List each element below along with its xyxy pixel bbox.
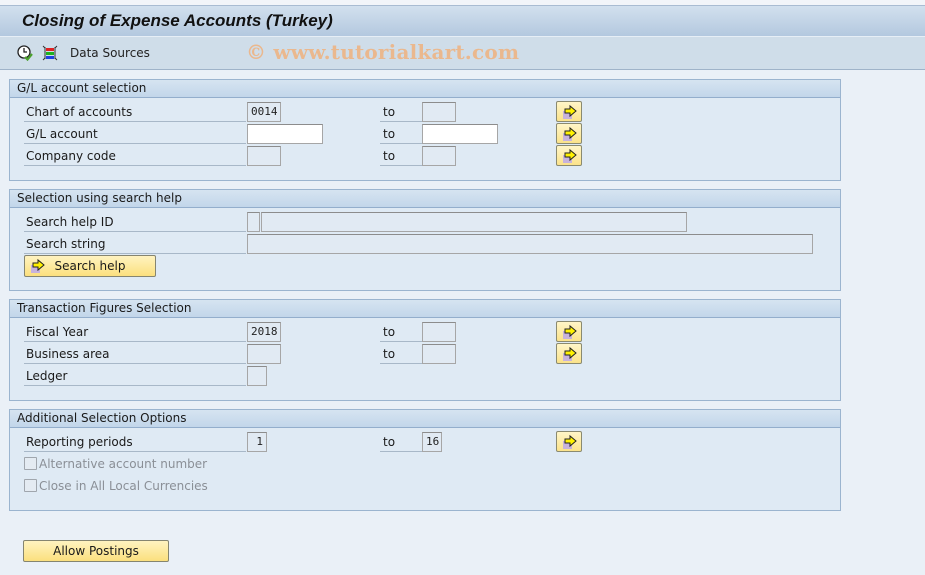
- field-label: Business area: [24, 345, 246, 364]
- arrow-right-icon: [563, 324, 577, 339]
- multiple-selection-button[interactable]: [556, 101, 582, 122]
- search-help-id-input[interactable]: [247, 212, 260, 232]
- arrow-right-icon: [31, 258, 45, 273]
- to-label: to: [380, 125, 422, 144]
- field-label: G/L account: [24, 125, 246, 144]
- field-label: Ledger: [24, 367, 246, 386]
- multiple-selection-button[interactable]: [556, 431, 582, 452]
- search-string-row: Search string: [10, 233, 840, 255]
- company-code-to-input[interactable]: [422, 146, 456, 166]
- alternative-account-number-checkbox[interactable]: Alternative account number: [24, 456, 207, 474]
- to-label: to: [380, 147, 422, 166]
- arrow-right-icon: [563, 434, 577, 449]
- fiscal-year-from-input[interactable]: 2018: [247, 322, 281, 342]
- multiple-selection-button[interactable]: [556, 145, 582, 166]
- to-label: to: [380, 103, 422, 122]
- additional-selection-group: Additional Selection Options Reporting p…: [9, 409, 841, 511]
- chart-of-accounts-row: Chart of accounts 0014 to: [10, 101, 840, 123]
- search-help-selection-group: Selection using search help Search help …: [9, 189, 841, 291]
- search-help-button[interactable]: Search help: [24, 255, 156, 277]
- business-area-row: Business area to: [10, 343, 840, 365]
- to-label: to: [380, 323, 422, 342]
- chart-of-accounts-to-input[interactable]: [422, 102, 456, 122]
- field-label: Fiscal Year: [24, 323, 246, 342]
- to-label: to: [380, 345, 422, 364]
- gl-account-to-input[interactable]: [422, 124, 498, 144]
- ledger-input[interactable]: [247, 366, 267, 386]
- selection-options-icon[interactable]: [42, 45, 58, 61]
- gl-account-row: G/L account to: [10, 123, 840, 145]
- field-label: Chart of accounts: [24, 103, 246, 122]
- checkbox-box[interactable]: [24, 479, 37, 492]
- chart-of-accounts-from-input[interactable]: 0014: [247, 102, 281, 122]
- arrow-right-icon: [563, 148, 577, 163]
- business-area-to-input[interactable]: [422, 344, 456, 364]
- search-string-input[interactable]: [247, 234, 813, 254]
- title-bar: Closing of Expense Accounts (Turkey): [0, 6, 925, 37]
- fiscal-year-row: Fiscal Year 2018 to: [10, 321, 840, 343]
- arrow-right-icon: [563, 126, 577, 141]
- field-label: Reporting periods: [24, 433, 246, 452]
- to-label: to: [380, 433, 422, 452]
- gl-account-from-input[interactable]: [247, 124, 323, 144]
- reporting-period-to-input[interactable]: 16: [422, 432, 442, 452]
- ledger-row: Ledger: [10, 365, 840, 387]
- group-title: Selection using search help: [10, 190, 840, 208]
- business-area-from-input[interactable]: [247, 344, 281, 364]
- group-title: Additional Selection Options: [10, 410, 840, 428]
- field-label: Search string: [24, 235, 246, 254]
- data-sources-button[interactable]: Data Sources: [70, 46, 150, 60]
- group-title: Transaction Figures Selection: [10, 300, 840, 318]
- page-title: Closing of Expense Accounts (Turkey): [22, 11, 333, 30]
- field-label: Company code: [24, 147, 246, 166]
- search-help-button-label: Search help: [54, 259, 126, 273]
- company-code-from-input[interactable]: [247, 146, 281, 166]
- fiscal-year-to-input[interactable]: [422, 322, 456, 342]
- execute-clock-icon[interactable]: [17, 45, 33, 62]
- application-toolbar: Data Sources © www.tutorialkart.com: [0, 37, 925, 70]
- reporting-periods-row: Reporting periods 1 to 16: [10, 431, 840, 453]
- close-all-local-currencies-checkbox[interactable]: Close in All Local Currencies: [24, 478, 208, 496]
- multiple-selection-button[interactable]: [556, 321, 582, 342]
- reporting-period-from-input[interactable]: 1: [247, 432, 267, 452]
- field-label: Search help ID: [24, 213, 246, 232]
- search-help-id-row: Search help ID: [10, 211, 840, 233]
- gl-account-selection-group: G/L account selection Chart of accounts …: [9, 79, 841, 181]
- arrow-right-icon: [563, 346, 577, 361]
- checkbox-label: Close in All Local Currencies: [39, 479, 208, 493]
- group-title: G/L account selection: [10, 80, 840, 98]
- checkbox-box[interactable]: [24, 457, 37, 470]
- search-help-description-field: [261, 212, 687, 232]
- company-code-row: Company code to: [10, 145, 840, 167]
- multiple-selection-button[interactable]: [556, 343, 582, 364]
- arrow-right-icon: [563, 104, 577, 119]
- multiple-selection-button[interactable]: [556, 123, 582, 144]
- transaction-figures-group: Transaction Figures Selection Fiscal Yea…: [9, 299, 841, 401]
- watermark: © www.tutorialkart.com: [246, 40, 520, 64]
- allow-postings-button[interactable]: Allow Postings: [23, 540, 169, 562]
- checkbox-label: Alternative account number: [39, 457, 208, 471]
